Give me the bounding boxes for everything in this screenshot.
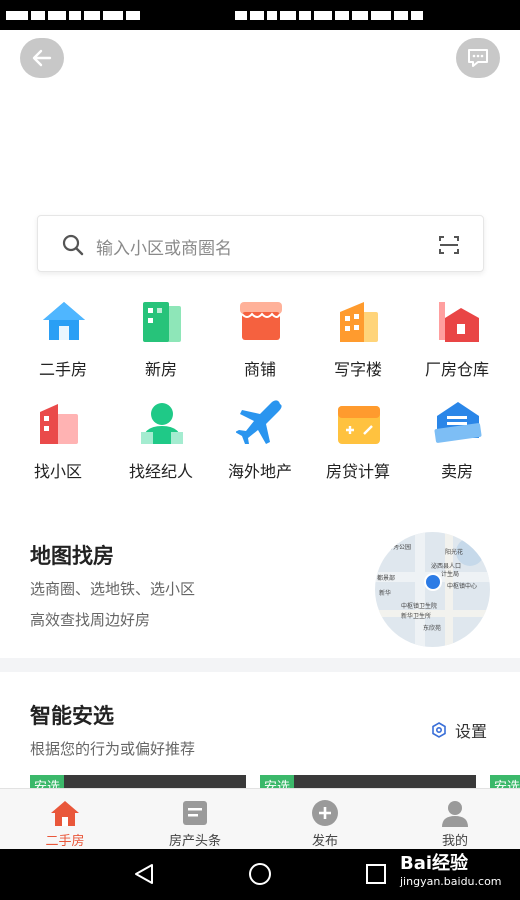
tab-news[interactable]: 房产头条	[130, 789, 260, 850]
grid-label: 写字楼	[333, 360, 382, 379]
house-icon	[43, 302, 85, 340]
airplane-icon	[236, 400, 282, 444]
tab-profile[interactable]: 我的	[390, 789, 520, 850]
smart-section-subtitle: 根据您的行为或偏好推荐	[30, 740, 196, 758]
map-label: 东欣苑	[423, 624, 441, 632]
map-label: 中枢镇中心	[447, 582, 477, 590]
bottom-tab-bar: 二手房 房产头条 发布 我的	[0, 788, 520, 849]
grid-label: 二手房	[38, 360, 87, 379]
watermark-brand: Bai经验	[400, 853, 469, 874]
status-icons-right	[235, 8, 426, 21]
tab-label: 发布	[311, 834, 338, 849]
calculator-icon	[338, 406, 380, 444]
map-thumbnail[interactable]: 阳光花 竹秀公园 泌西县人口 计生局 中枢镇中心 新华 中枢镇卫生院 新华卫生所…	[375, 532, 490, 647]
tab-publish[interactable]: 发布	[260, 789, 390, 850]
community-icon	[40, 404, 78, 444]
grid-label: 房贷计算	[325, 462, 390, 481]
building-icon	[143, 302, 181, 342]
office-icon	[340, 302, 378, 342]
map-label: 竹秀公园	[387, 543, 411, 551]
search-icon	[62, 234, 84, 256]
tab-second-hand[interactable]: 二手房	[0, 789, 130, 850]
search-placeholder: 输入小区或商圈名	[96, 239, 232, 259]
smart-section-title: 智能安选	[30, 704, 114, 728]
scan-icon[interactable]	[439, 236, 459, 254]
agent-icon	[141, 403, 183, 444]
watermark-url: jingyan.baidu.com	[400, 874, 502, 888]
profile-icon	[442, 801, 468, 827]
map-search-section[interactable]: 地图找房 选商圈、选地铁、选小区 高效查找周边好房 阳光花 竹秀公园 泌西县人口…	[0, 520, 520, 658]
grid-label: 商铺	[243, 360, 276, 379]
arrow-left-icon	[32, 49, 52, 67]
nav-home-icon[interactable]	[248, 862, 272, 886]
map-label: 阳光花	[445, 548, 463, 556]
factory-icon	[439, 302, 479, 342]
status-icons-left	[6, 8, 143, 21]
grid-label: 海外地产	[227, 462, 292, 481]
map-label: 新华卫生所	[401, 612, 431, 620]
tab-label: 二手房	[45, 834, 85, 849]
shop-icon	[240, 302, 282, 340]
status-bar	[0, 0, 520, 30]
map-section-title: 地图找房	[30, 544, 114, 568]
map-label: 泌西县人口	[431, 562, 461, 570]
gear-icon	[432, 722, 446, 738]
map-label: 都景部	[377, 574, 395, 582]
plus-circle-icon	[312, 800, 338, 826]
nav-back-icon[interactable]	[132, 862, 156, 886]
baidu-jingyan-watermark: Bai经验 jingyan.baidu.com	[400, 853, 502, 888]
tab-label: 房产头条	[168, 834, 221, 849]
search-bar[interactable]: 输入小区或商圈名	[37, 215, 484, 272]
grid-label: 厂房仓库	[424, 360, 489, 379]
map-label: 中枢镇卫生院	[401, 602, 437, 610]
chat-bubble-icon	[468, 49, 488, 67]
grid-label: 找小区	[33, 462, 82, 481]
home-icon	[51, 801, 79, 826]
sell-house-icon	[434, 402, 482, 443]
back-button[interactable]	[20, 38, 64, 78]
map-section-line1: 选商圈、选地铁、选小区	[30, 580, 196, 598]
section-divider	[0, 658, 520, 672]
grid-label: 找经纪人	[128, 462, 193, 481]
map-section-line2: 高效查找周边好房	[30, 611, 151, 629]
news-icon	[183, 801, 207, 825]
map-label: 新华	[379, 589, 391, 597]
grid-label: 新房	[144, 360, 177, 379]
settings-label: 设置	[455, 722, 488, 741]
smart-select-section: 智能安选 根据您的行为或偏好推荐 设置 安选 安选 安选	[0, 672, 520, 795]
grid-label: 卖房	[440, 462, 473, 481]
message-button[interactable]	[456, 38, 500, 78]
tab-label: 我的	[441, 834, 468, 849]
nav-recents-icon[interactable]	[364, 862, 388, 886]
map-label: 计生局	[441, 570, 459, 578]
settings-button[interactable]: 设置	[431, 718, 487, 742]
